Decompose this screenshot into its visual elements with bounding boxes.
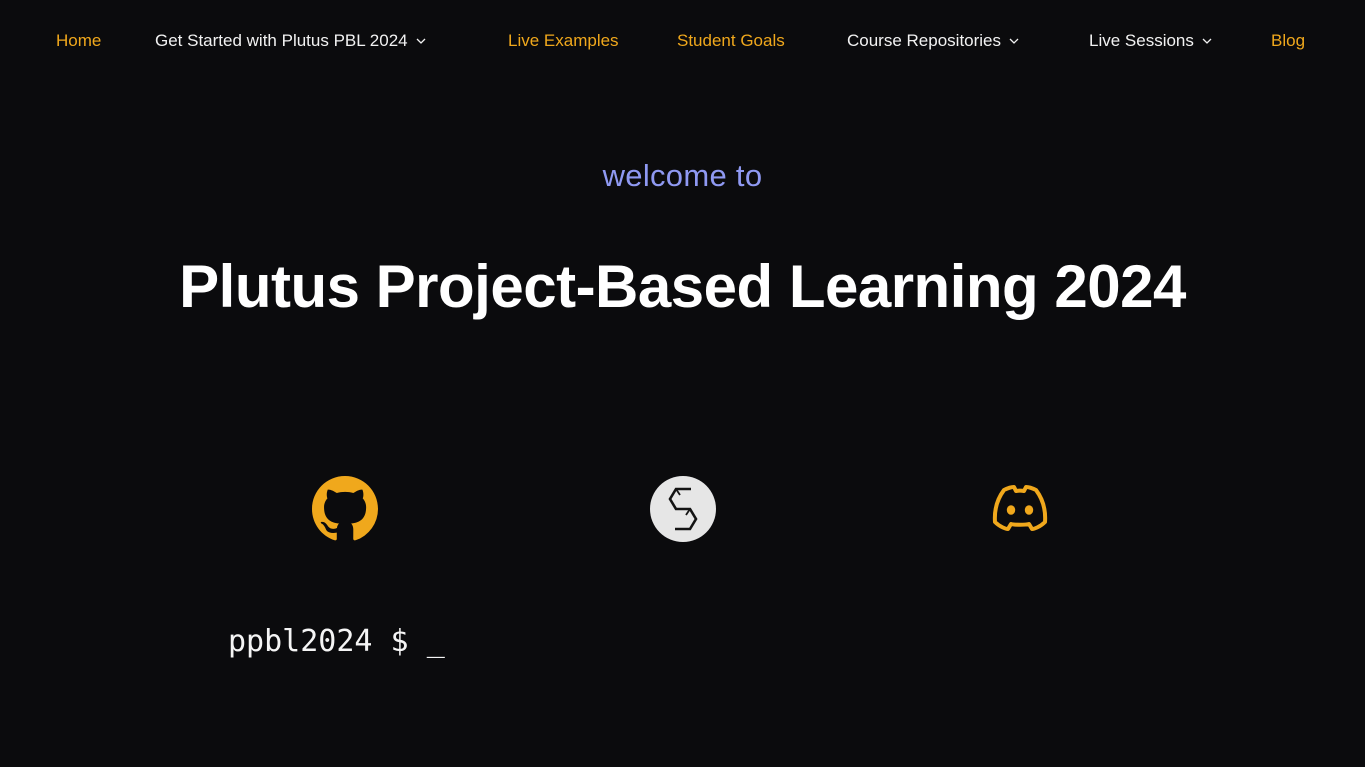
- nav-course-repositories-label: Course Repositories: [847, 31, 1002, 50]
- nav-live-examples-link[interactable]: Live Examples: [508, 29, 619, 53]
- discord-icon: [992, 485, 1048, 531]
- chevron-down-icon: [1009, 38, 1019, 44]
- nav-live-examples-label: Live Examples: [508, 31, 619, 50]
- nav-get-started-label: Get Started with Plutus PBL 2024: [155, 31, 408, 50]
- gimbalabs-logo-icon: [650, 476, 716, 542]
- terminal-cursor: _: [426, 624, 445, 659]
- nav-get-started-dropdown[interactable]: Get Started with Plutus PBL 2024: [155, 29, 426, 53]
- hero-subtitle: welcome to: [602, 158, 763, 193]
- nav-home-link[interactable]: Home: [56, 29, 101, 53]
- nav-home-label: Home: [56, 31, 102, 50]
- terminal-prompt: ppbl2024 $ _: [228, 624, 445, 659]
- nav-live-sessions-label: Live Sessions: [1089, 31, 1194, 50]
- discord-link[interactable]: [986, 475, 1054, 543]
- chevron-down-icon: [416, 38, 426, 44]
- chevron-down-icon: [1202, 38, 1212, 44]
- top-navigation: Home Get Started with Plutus PBL 2024 Li…: [0, 0, 1365, 82]
- gimbalabs-link[interactable]: [649, 475, 717, 543]
- nav-course-repositories-dropdown[interactable]: Course Repositories: [847, 29, 1019, 53]
- nav-blog-label: Blog: [1271, 31, 1306, 50]
- terminal-prompt-text: ppbl2024 $: [228, 624, 427, 659]
- nav-student-goals-link[interactable]: Student Goals: [677, 29, 785, 53]
- nav-blog-link[interactable]: Blog: [1271, 29, 1305, 53]
- nav-live-sessions-dropdown[interactable]: Live Sessions: [1089, 29, 1212, 53]
- page-title: Plutus Project-Based Learning 2024: [179, 253, 1186, 320]
- github-icon: [312, 476, 378, 541]
- github-link[interactable]: [311, 475, 379, 543]
- nav-student-goals-label: Student Goals: [677, 31, 785, 50]
